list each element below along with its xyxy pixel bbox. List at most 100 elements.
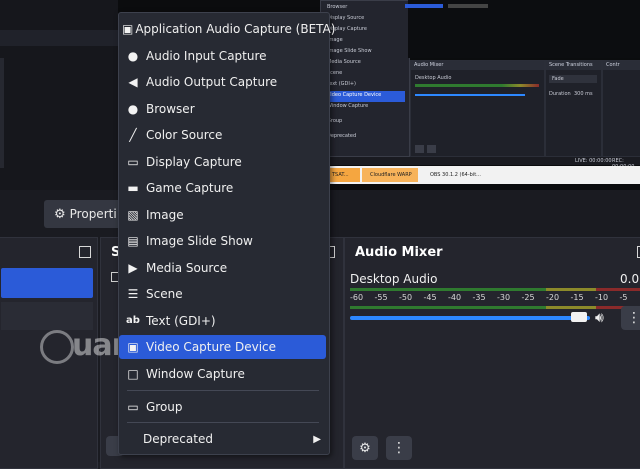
nested-item-1: Display Source (327, 15, 365, 21)
menu-item-application-audio-capture-beta[interactable]: ▣ Application Audio Capture (BETA) (119, 17, 335, 41)
mixer-more-button[interactable]: ⋮ (386, 436, 412, 460)
volume-slider[interactable] (350, 316, 590, 320)
nested-fade: Fade (552, 76, 564, 82)
menu-item-label: Scene (146, 287, 183, 301)
globe-icon: ● (127, 101, 139, 116)
nested-preview-black (408, 0, 640, 58)
properties-label: Properti (69, 207, 117, 221)
nested-slider (415, 94, 525, 96)
gear-icon: ⚙ (359, 440, 371, 456)
meter2-yellow (546, 306, 596, 309)
menu-item-audio-output-capture[interactable]: ◀ Audio Output Capture (119, 70, 327, 94)
nested-item-7: Text (GDI+) (327, 81, 356, 87)
menu-item-scene[interactable]: ☰ Scene (119, 282, 327, 306)
nested-blue-tab (405, 4, 443, 8)
meter-scale-tick: -50 (399, 293, 413, 302)
nested-duration-label: Duration (549, 91, 571, 97)
meter-scale-tick: -20 (546, 293, 560, 302)
menu-item-browser[interactable]: ● Browser (119, 97, 327, 121)
gear-icon: ⚙ (54, 206, 66, 222)
desktop-audio-label: Desktop Audio (350, 272, 438, 286)
scene-item-selected[interactable] (1, 268, 93, 298)
nested-audio-mixer: Audio Mixer Desktop Audio (410, 60, 545, 157)
window-icon: □ (127, 366, 139, 381)
mixer-settings-button[interactable]: ⚙ (352, 436, 378, 460)
menu-item-color-source[interactable]: ╱ Color Source (119, 123, 327, 147)
dots-icon: ⋮ (392, 440, 406, 456)
nested-item-5: Media Source (327, 59, 361, 65)
menu-item-label: Application Audio Capture (BETA) (135, 22, 336, 36)
meter-scale-tick: -30 (497, 293, 511, 302)
properties-button[interactable]: ⚙ Properti (44, 200, 122, 228)
menu-item-label: Game Capture (146, 181, 234, 195)
preview-bar (0, 30, 118, 46)
scenes-undock-icon[interactable] (79, 246, 91, 258)
meter2-green (350, 306, 546, 309)
menu-item-display-capture[interactable]: ▭ Display Capture (119, 150, 327, 174)
volume-slider-thumb[interactable] (571, 312, 587, 322)
menu-separator (127, 422, 319, 423)
nested-status-live: LIVE: 00:00:00 (575, 158, 612, 164)
meter-scale-tick: -10 (595, 293, 609, 302)
scene-item[interactable] (1, 302, 93, 330)
nested-transitions-title: Scene Transitions (546, 61, 601, 70)
menu-item-label: Color Source (146, 128, 223, 142)
text-icon: ab (126, 315, 140, 326)
menu-item-image[interactable]: ▧ Image (119, 203, 327, 227)
menu-item-video-capture-device[interactable]: ▣ Video Capture Device (119, 335, 326, 359)
menu-item-label: Text (GDI+) (146, 313, 216, 328)
menu-item-label: Audio Input Capture (146, 48, 267, 63)
nested-menu-button (427, 145, 436, 153)
speaker-icon[interactable]: 🔊︎ (595, 310, 604, 326)
menu-item-label: Image Slide Show (146, 234, 253, 248)
menu-item-deprecated[interactable]: Deprecated ▶ (119, 427, 327, 451)
menu-item-label: Display Capture (146, 154, 242, 169)
menu-item-label: Deprecated (143, 432, 213, 446)
menu-item-group[interactable]: ▭ Group (119, 395, 327, 419)
menu-item-image-slide-show[interactable]: ▤ Image Slide Show (119, 229, 327, 253)
nested-meter (415, 84, 539, 87)
audio-mixer-panel: Audio Mixer Desktop Audio 0.0 d -60 -55 -5… (344, 237, 640, 469)
play-icon: ▶ (128, 260, 138, 275)
meter-scale-tick: -40 (448, 293, 462, 302)
desktop-audio-level: 0.0 d (620, 272, 640, 286)
menu-item-label: Image (146, 207, 184, 222)
menu-item-label: Window Capture (146, 366, 245, 381)
image-icon: ▧ (127, 207, 139, 222)
watermark-logo (40, 330, 74, 364)
add-source-menu: ▣ Application Audio Capture (BETA) ● Audio … (118, 12, 335, 455)
list-icon: ☰ (127, 287, 139, 301)
nested-status-bar: LIVE: 00:00:00 REC: 00:00:00 (330, 157, 640, 170)
meter-scale-tick: -60 (350, 293, 364, 302)
slideshow-icon: ▤ (127, 234, 139, 248)
menu-item-text-gdi[interactable]: ab Text (GDI+) (119, 309, 327, 333)
menu-item-window-capture[interactable]: □ Window Capture (119, 362, 327, 386)
mixer-channel-menu-button[interactable]: ⋮ (621, 306, 640, 330)
folder-icon: ▭ (127, 400, 139, 414)
nested-controls: Contr (602, 60, 640, 157)
speaker-icon: ▣ (122, 22, 134, 36)
nested-scene-transitions: Scene Transitions Fade Duration 300 ms (545, 60, 602, 157)
audio-mixer-title: Audio Mixer (355, 245, 443, 260)
menu-item-audio-input-capture[interactable]: ● Audio Input Capture (119, 44, 327, 68)
camera-icon: ▣ (127, 340, 139, 354)
nested-audio-title: Audio Mixer (411, 61, 544, 70)
paintbrush-icon: ╱ (129, 128, 137, 142)
menu-item-label: Group (146, 400, 183, 414)
nested-item-0: Browser (327, 4, 348, 10)
meter-scale-tick: -15 (570, 293, 584, 302)
menu-item-game-capture[interactable]: ▬ Game Capture (119, 176, 327, 200)
meter-green (350, 288, 546, 291)
nested-gear-button (415, 145, 424, 153)
submenu-arrow-icon: ▶ (313, 433, 321, 445)
meter-scale-tick: -45 (423, 293, 437, 302)
nested-duration-value: 300 ms (574, 91, 593, 97)
nested-taskbar: TSAT... Cloudflare WARP OBS 30.1.2 (64-b… (330, 166, 640, 184)
nested-controls-title: Contr (603, 61, 640, 70)
volume-icon: ◀ (128, 75, 138, 89)
meter-scale-tick: -55 (374, 293, 388, 302)
taskbar-tab-0-label: TSAT... (332, 172, 349, 178)
nested-desktop-audio: Desktop Audio (415, 75, 452, 81)
nested-tab (448, 4, 488, 8)
menu-item-media-source[interactable]: ▶ Media Source (119, 256, 327, 280)
